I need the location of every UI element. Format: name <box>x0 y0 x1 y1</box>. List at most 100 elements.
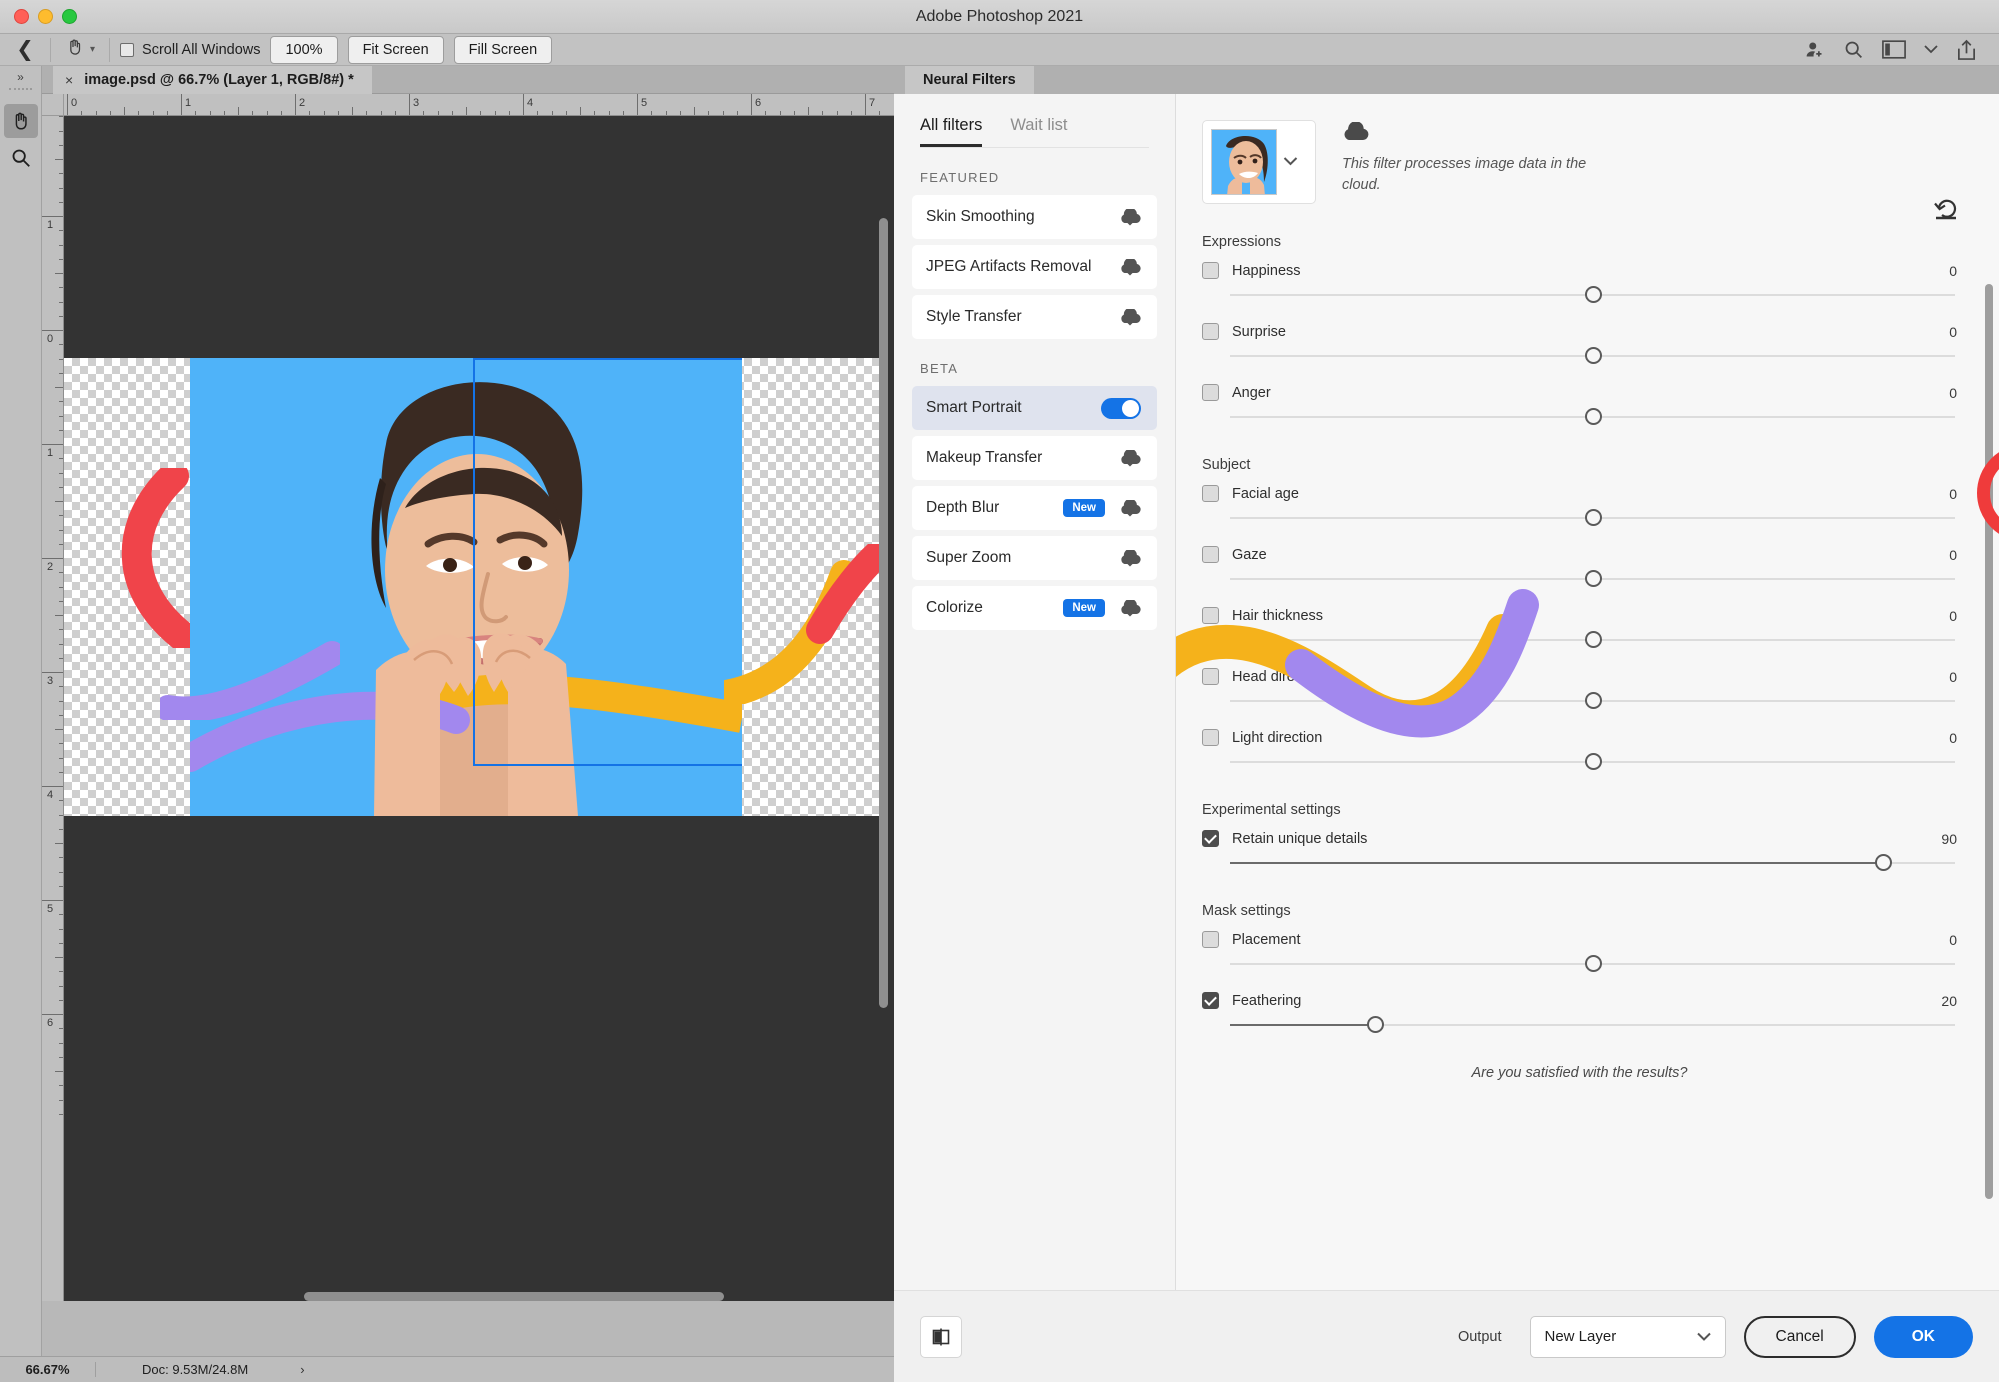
options-bar: ❮ ▾ Scroll All Windows 100% Fit Screen F… <box>0 34 1999 66</box>
slider-happiness[interactable] <box>1230 285 1955 305</box>
back-chevron-icon[interactable]: ❮ <box>10 37 40 63</box>
slider-knob[interactable] <box>1585 753 1602 770</box>
slider-knob[interactable] <box>1585 286 1602 303</box>
cloud-download-icon[interactable] <box>1119 600 1141 617</box>
slider-feathering[interactable] <box>1230 1015 1955 1035</box>
slider-knob[interactable] <box>1585 955 1602 972</box>
checkbox-gaze[interactable] <box>1202 546 1219 563</box>
checkbox-box <box>120 43 134 57</box>
slider-knob[interactable] <box>1585 509 1602 526</box>
checkbox-happiness[interactable] <box>1202 262 1219 279</box>
slider-knob[interactable] <box>1585 408 1602 425</box>
compare-split-icon[interactable] <box>920 1316 962 1358</box>
slider-knob[interactable] <box>1585 347 1602 364</box>
slider-anger[interactable] <box>1230 407 1955 427</box>
cloud-download-icon[interactable] <box>1119 500 1141 517</box>
controls-vertical-scrollbar[interactable] <box>1985 234 1993 1244</box>
search-icon[interactable] <box>1843 39 1864 60</box>
horizontal-ruler: 01234567 <box>64 94 894 116</box>
preview-thumbnail-card[interactable] <box>1202 120 1316 204</box>
filter-item-jpeg-artifacts-removal[interactable]: JPEG Artifacts Removal <box>912 245 1157 289</box>
control-value: 0 <box>1949 547 1957 563</box>
share-icon[interactable] <box>1956 39 1977 61</box>
output-label: Output <box>1458 1329 1502 1345</box>
fit-screen-button[interactable]: Fit Screen <box>348 36 444 64</box>
canvas-horizontal-scrollbar[interactable] <box>64 1290 890 1303</box>
reset-icon[interactable] <box>1933 198 1959 225</box>
document-tab[interactable]: × image.psd @ 66.7% (Layer 1, RGB/8#) * <box>53 66 372 94</box>
hand-tool-selector[interactable]: ▾ <box>61 35 99 65</box>
tab-wait-list[interactable]: Wait list <box>1010 116 1067 147</box>
filter-item-colorize[interactable]: ColorizeNew <box>912 586 1157 630</box>
filter-item-style-transfer[interactable]: Style Transfer <box>912 295 1157 339</box>
control-row: Surprise0 <box>1202 323 1957 340</box>
canvas-vertical-scrollbar[interactable] <box>877 122 890 1292</box>
checkbox-hair-thickness[interactable] <box>1202 607 1219 624</box>
status-expand-icon[interactable]: › <box>248 1362 304 1377</box>
filter-item-depth-blur[interactable]: Depth BlurNew <box>912 486 1157 530</box>
maximize-button[interactable] <box>62 9 77 24</box>
scrollbar-thumb[interactable] <box>304 1292 724 1301</box>
workspace-icon[interactable] <box>1882 40 1906 59</box>
cloud-download-icon[interactable] <box>1119 550 1141 567</box>
slider-knob[interactable] <box>1585 692 1602 709</box>
slider-facial-age[interactable] <box>1230 508 1955 528</box>
cloud-download-icon[interactable] <box>1119 209 1141 226</box>
filter-group-heading: FEATURED <box>920 170 1157 185</box>
slider-knob[interactable] <box>1585 631 1602 648</box>
scrollbar-thumb[interactable] <box>879 218 888 1008</box>
hand-tool-button[interactable] <box>4 104 38 138</box>
expand-tools-icon[interactable]: » <box>0 66 41 86</box>
filter-item-skin-smoothing[interactable]: Skin Smoothing <box>912 195 1157 239</box>
fill-screen-button[interactable]: Fill Screen <box>454 36 553 64</box>
output-select[interactable]: New Layer <box>1530 1316 1726 1358</box>
slider-head-direction[interactable] <box>1230 691 1955 711</box>
checkbox-retain-unique-details[interactable] <box>1202 830 1219 847</box>
cancel-button[interactable]: Cancel <box>1744 1316 1856 1358</box>
chevron-down-icon[interactable] <box>1924 45 1938 54</box>
control-label: Retain unique details <box>1232 831 1941 847</box>
close-icon[interactable]: × <box>65 72 73 88</box>
chevron-down-icon[interactable] <box>1283 153 1298 171</box>
control-row: Placement0 <box>1202 931 1957 948</box>
cloud-download-icon[interactable] <box>1119 309 1141 326</box>
close-button[interactable] <box>14 9 29 24</box>
slider-placement[interactable] <box>1230 954 1955 974</box>
scroll-all-windows-checkbox[interactable]: Scroll All Windows <box>120 42 260 58</box>
slider-knob[interactable] <box>1585 570 1602 587</box>
ok-button[interactable]: OK <box>1874 1316 1973 1358</box>
scrollbar-thumb[interactable] <box>1985 284 1993 1199</box>
filter-item-smart-portrait[interactable]: Smart Portrait <box>912 386 1157 430</box>
slider-hair-thickness[interactable] <box>1230 630 1955 650</box>
control-hair-thickness: Hair thickness0 <box>1202 607 1957 650</box>
checkbox-light-direction[interactable] <box>1202 729 1219 746</box>
cloud-download-icon[interactable] <box>1119 450 1141 467</box>
slider-knob[interactable] <box>1367 1016 1384 1033</box>
slider-retain-unique-details[interactable] <box>1230 853 1955 873</box>
add-user-icon[interactable] <box>1804 39 1825 60</box>
zoom-100-button[interactable]: 100% <box>270 36 337 64</box>
checkbox-surprise[interactable] <box>1202 323 1219 340</box>
slider-surprise[interactable] <box>1230 346 1955 366</box>
slider-knob[interactable] <box>1875 854 1892 871</box>
tab-all-filters[interactable]: All filters <box>920 116 982 147</box>
checkbox-facial-age[interactable] <box>1202 485 1219 502</box>
zoom-tool-button[interactable] <box>4 141 38 175</box>
divider <box>50 38 51 62</box>
slider-light-direction[interactable] <box>1230 752 1955 772</box>
slider-gaze[interactable] <box>1230 569 1955 589</box>
checkbox-head-direction[interactable] <box>1202 668 1219 685</box>
filter-item-super-zoom[interactable]: Super Zoom <box>912 536 1157 580</box>
canvas-area[interactable] <box>64 116 894 1301</box>
filter-enable-toggle[interactable] <box>1101 398 1141 419</box>
checkbox-placement[interactable] <box>1202 931 1219 948</box>
new-badge: New <box>1063 499 1105 517</box>
checkbox-anger[interactable] <box>1202 384 1219 401</box>
status-zoom-level[interactable]: 66.67% <box>0 1362 96 1377</box>
cloud-download-icon[interactable] <box>1119 259 1141 276</box>
control-facial-age: Facial age0 <box>1202 485 1957 528</box>
checkbox-feathering[interactable] <box>1202 992 1219 1009</box>
neural-filters-tab[interactable]: Neural Filters <box>905 66 1034 94</box>
minimize-button[interactable] <box>38 9 53 24</box>
filter-item-makeup-transfer[interactable]: Makeup Transfer <box>912 436 1157 480</box>
